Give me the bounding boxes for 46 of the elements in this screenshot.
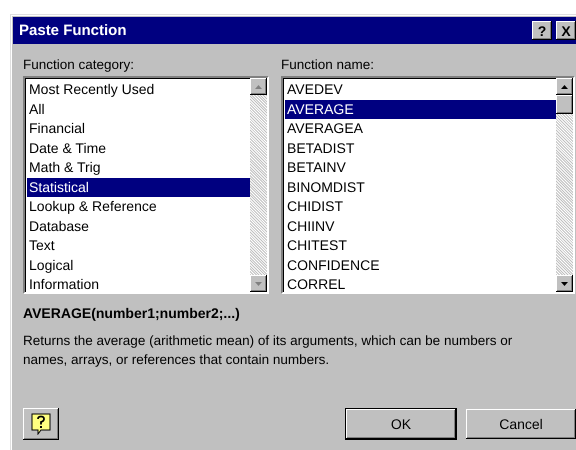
up-arrow-icon (255, 84, 262, 88)
list-item[interactable]: AVERAGE (285, 100, 556, 119)
list-item[interactable]: AVERAGEA (285, 119, 556, 138)
list-box[interactable]: Most Recently Used All Financial Date & Time Math & Trig Statistical Lookup & Reference Database Text Logical Information (23, 76, 269, 294)
scroll-down-button[interactable] (556, 275, 573, 292)
list-item[interactable]: Math & Trig (27, 158, 250, 178)
list-item[interactable]: Financial (27, 119, 250, 138)
list-item[interactable]: AVEDEV (285, 80, 556, 100)
scroll-thumb[interactable] (556, 95, 573, 114)
function-syntax: AVERAGE(number1;number2;...) (22, 304, 241, 321)
down-arrow-icon (255, 282, 262, 286)
close-button[interactable]: X (556, 21, 576, 40)
function-description: Returns the average (arithmetic mean) of its arguments, which can be numbers or names, arrays, or references that contain numbers. (22, 332, 514, 369)
up-arrow-icon (561, 84, 568, 88)
list-item[interactable]: BINOMDIST (285, 178, 556, 197)
list-item[interactable]: All (27, 100, 250, 119)
scroll-up-button[interactable] (250, 78, 267, 95)
window-title: Paste Function (19, 22, 128, 39)
list-item[interactable]: BETADIST (285, 138, 556, 158)
list-item[interactable]: Most Recently Used (27, 80, 250, 100)
list-item[interactable]: CHITEST (285, 236, 556, 256)
list-box[interactable]: AVEDEV AVERAGE AVERAGEA BETADIST BETAINV BINOMDIST CHIDIST CHIINV CHITEST CONFIDENCE CORREL (281, 76, 575, 294)
help-button[interactable]: ? (532, 21, 552, 40)
scrollbar[interactable] (556, 78, 573, 292)
list-item[interactable]: CONFIDENCE (285, 256, 556, 275)
list-item[interactable]: CHIDIST (285, 197, 556, 216)
list-item[interactable]: Database (27, 216, 250, 236)
scrollbar[interactable] (250, 78, 267, 292)
cancel-button[interactable]: Cancel (466, 409, 576, 439)
list-item[interactable]: CHIINV (285, 216, 556, 236)
list-item[interactable]: BETAINV (285, 158, 556, 178)
list-item[interactable]: Lookup & Reference (27, 197, 250, 216)
list-label: Function name: (281, 57, 376, 72)
list-item[interactable]: CORREL (285, 275, 556, 292)
down-arrow-icon (561, 282, 568, 286)
help-icon (31, 413, 51, 435)
list-label: Function category: (23, 57, 136, 72)
scroll-down-button[interactable] (250, 275, 267, 292)
list-item[interactable]: Statistical (27, 178, 250, 197)
list-item[interactable]: Date & Time (27, 138, 250, 158)
list-item[interactable]: Logical (27, 256, 250, 275)
help-button[interactable] (23, 408, 59, 440)
list-item[interactable]: Information (27, 275, 250, 292)
list-item[interactable]: Text (27, 236, 250, 256)
scroll-up-button[interactable] (556, 78, 573, 95)
ok-button[interactable]: OK (346, 409, 456, 439)
